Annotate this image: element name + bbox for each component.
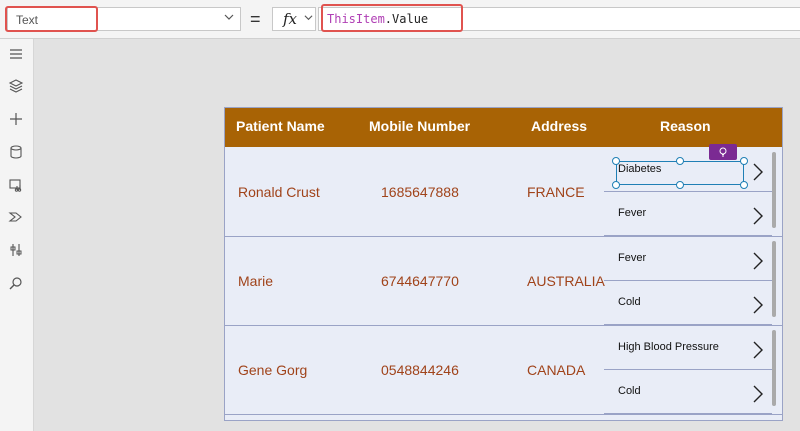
mobile-number: 1685647888	[381, 184, 459, 200]
column-header-mobile-number: Mobile Number	[369, 118, 471, 134]
resize-handle[interactable]	[612, 181, 620, 189]
patient-name: Marie	[238, 273, 274, 289]
resize-handle[interactable]	[676, 157, 684, 165]
column-header-address: Address	[531, 118, 588, 134]
chevron-right-icon[interactable]	[752, 162, 764, 182]
ideas-badge[interactable]	[709, 144, 737, 160]
left-rail	[0, 39, 34, 431]
resize-handle[interactable]	[612, 157, 620, 165]
reason-item[interactable]: Fever	[604, 237, 772, 281]
mobile-number: 6744647770	[381, 273, 459, 289]
resize-handle[interactable]	[740, 181, 748, 189]
reason-label[interactable]: High Blood Pressure	[618, 341, 719, 353]
column-header-reason: Reason	[660, 118, 711, 134]
chevron-right-icon[interactable]	[752, 295, 764, 315]
chevron-down-icon	[304, 13, 313, 25]
fx-button[interactable]: fx	[272, 7, 316, 31]
patient-name: Gene Gorg	[238, 362, 308, 378]
chevron-right-icon[interactable]	[752, 384, 764, 404]
media-icon[interactable]	[8, 177, 24, 193]
formula-highlight-box	[321, 4, 463, 32]
fx-label: fx	[283, 10, 298, 28]
gallery-row[interactable]: Marie 6744647770 AUSTRALIA Fever Cold	[225, 237, 782, 326]
address: AUSTRALIA	[527, 273, 605, 289]
reason-label[interactable]: Fever	[618, 207, 646, 219]
gallery-row[interactable]: Gene Gorg 0548844246 CANADA High Blood P…	[225, 326, 782, 415]
layers-icon[interactable]	[8, 78, 24, 94]
reason-item[interactable]: Cold	[604, 281, 772, 325]
reason-label[interactable]: Cold	[618, 385, 641, 397]
tools-icon[interactable]	[8, 242, 24, 258]
chevron-right-icon[interactable]	[752, 251, 764, 271]
scrollbar[interactable]	[772, 241, 776, 317]
reason-item[interactable]: Fever	[604, 192, 772, 236]
address: CANADA	[527, 362, 586, 378]
database-icon[interactable]	[8, 144, 24, 160]
resize-handle[interactable]	[740, 157, 748, 165]
reason-gallery[interactable]: Fever Cold	[604, 237, 782, 326]
reason-label[interactable]: Cold	[618, 296, 641, 308]
chevron-down-icon	[224, 12, 234, 25]
address: FRANCE	[527, 184, 585, 200]
chevron-right-icon[interactable]	[752, 206, 764, 226]
plus-icon[interactable]	[8, 111, 24, 127]
gallery-header: Patient Name Mobile Number Address Reaso…	[225, 108, 782, 147]
resize-handle[interactable]	[676, 181, 684, 189]
formula-bar: Text = fx ThisItem.Value	[0, 0, 800, 39]
equals-sign: =	[250, 9, 261, 29]
mobile-number: 0548844246	[381, 362, 459, 378]
menu-icon[interactable]	[8, 46, 24, 62]
scrollbar[interactable]	[772, 152, 776, 228]
property-highlight-box	[5, 6, 98, 32]
lightbulb-icon	[719, 147, 727, 157]
chevron-right-icon[interactable]	[752, 340, 764, 360]
column-header-patient-name: Patient Name	[236, 118, 325, 134]
reason-gallery[interactable]: Diabetes Fever	[604, 148, 782, 237]
reason-item[interactable]: Cold	[604, 370, 772, 414]
reason-item[interactable]: High Blood Pressure	[604, 326, 772, 370]
patient-name: Ronald Crust	[238, 184, 320, 200]
patient-gallery[interactable]: Patient Name Mobile Number Address Reaso…	[224, 107, 783, 421]
reason-label[interactable]: Fever	[618, 252, 646, 264]
power-automate-icon[interactable]	[8, 209, 24, 225]
search-icon[interactable]	[8, 275, 24, 291]
scrollbar[interactable]	[772, 330, 776, 406]
gallery-row[interactable]: Ronald Crust 1685647888 FRANCE Diabetes …	[225, 148, 782, 237]
reason-gallery[interactable]: High Blood Pressure Cold	[604, 326, 782, 415]
